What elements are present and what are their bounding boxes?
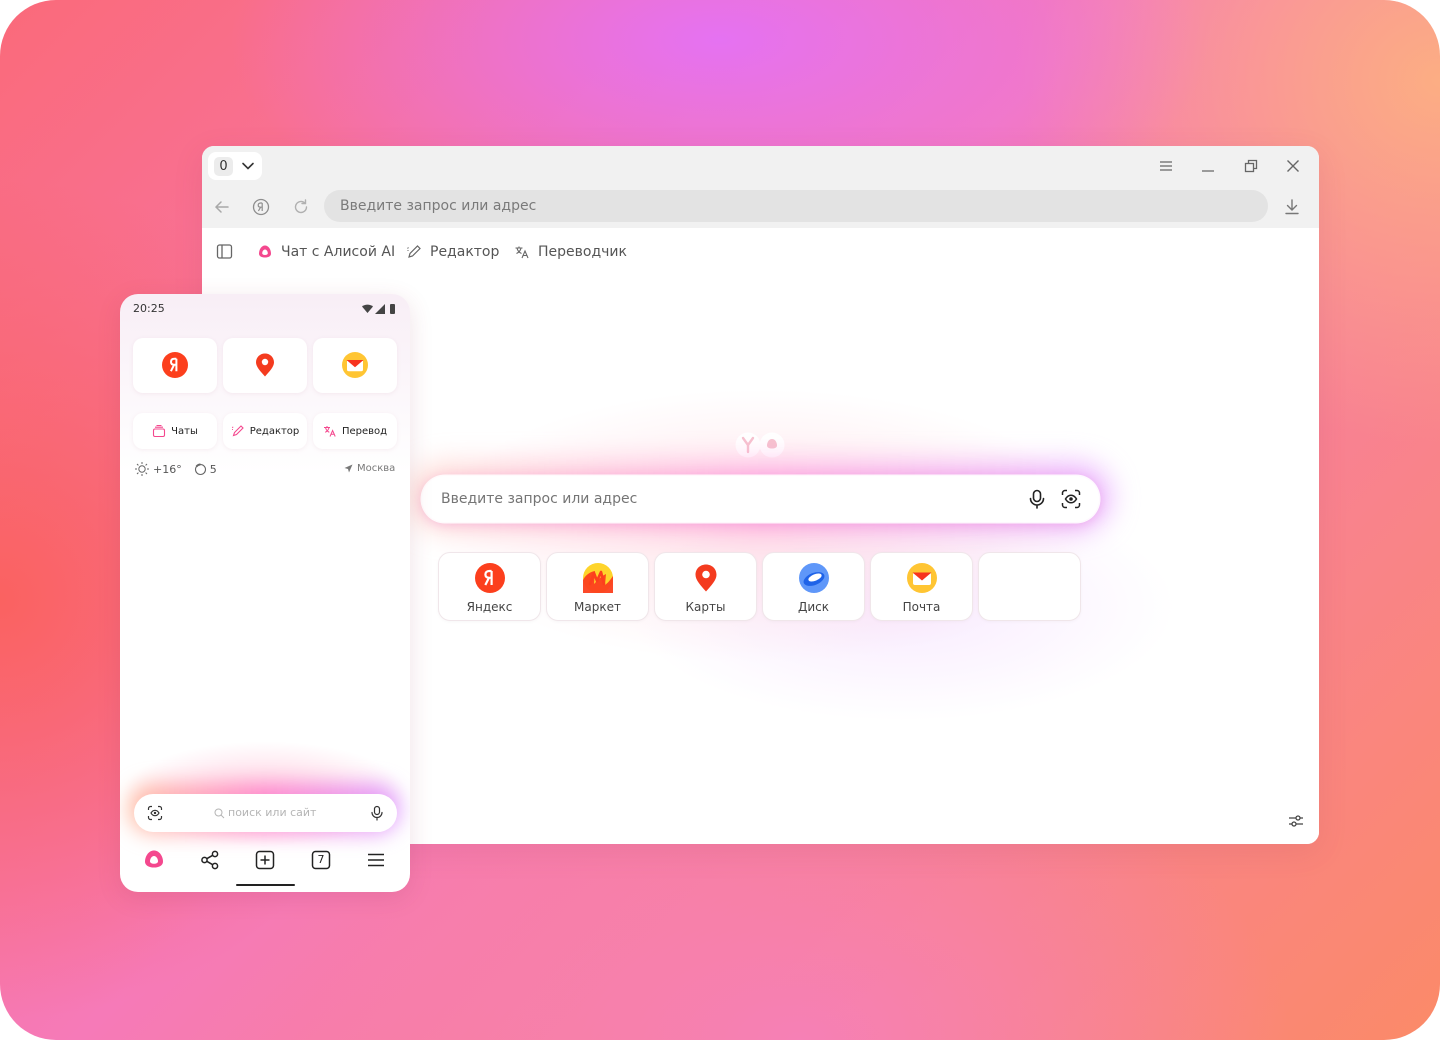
bookmark-translator[interactable]: Переводчик (514, 242, 627, 262)
tile-empty[interactable] (978, 552, 1081, 621)
back-arrow-icon[interactable] (212, 197, 232, 217)
bookmark-label: Редактор (430, 244, 500, 260)
chip-label: Чаты (171, 425, 198, 437)
new-tab-icon[interactable] (254, 849, 276, 871)
search-icon (214, 808, 225, 818)
restore-icon[interactable] (1243, 158, 1259, 174)
bookmarks-bar: Чат с Алисой AI Редактор Переводчик (202, 228, 1319, 276)
tabs-button[interactable]: 0 (208, 152, 262, 180)
phone-tile-mail[interactable] (313, 338, 397, 393)
search-input[interactable] (441, 476, 1001, 522)
phone-chip-translate[interactable]: Перевод (313, 413, 397, 449)
tile-label: Диск (797, 600, 830, 614)
mail-icon (342, 352, 368, 378)
tile-label: Карты (685, 600, 726, 614)
phone-chip-editor[interactable]: Редактор (223, 413, 307, 449)
tile-label: Маркет (574, 600, 621, 614)
phone-tile-yandex[interactable] (133, 338, 217, 393)
disk-icon (799, 563, 829, 593)
phone-tile-maps[interactable] (223, 338, 307, 393)
customize-icon[interactable] (1287, 812, 1305, 830)
yandex-icon (162, 352, 188, 378)
camera-search-icon[interactable] (1060, 488, 1082, 510)
pen-icon (407, 245, 421, 258)
download-icon[interactable] (1282, 197, 1302, 217)
temperature: +16° (153, 462, 182, 476)
main-search-box[interactable] (422, 476, 1099, 522)
tile-mail[interactable]: Почта (870, 552, 973, 621)
alice-icon (259, 245, 271, 258)
yandex-home-icon[interactable] (251, 197, 271, 217)
tile-maps[interactable]: Карты (654, 552, 757, 621)
location-arrow-icon (344, 464, 353, 473)
tile-yandex[interactable]: Яндекс (438, 552, 541, 621)
search-placeholder: поиск или сайт (228, 806, 317, 819)
bookmark-editor[interactable]: Редактор (406, 242, 499, 262)
share-icon[interactable] (199, 849, 221, 871)
traffic-indicator-icon (194, 463, 206, 475)
tabs-counter-button[interactable]: 7 (310, 849, 332, 871)
tab-count-badge: 0 (214, 156, 233, 176)
menu-icon[interactable] (365, 849, 387, 871)
alice-icon[interactable] (143, 849, 165, 871)
maps-icon (695, 564, 717, 592)
browser-logo-icon (735, 432, 785, 458)
reload-icon[interactable] (291, 197, 311, 217)
close-icon[interactable] (1285, 158, 1301, 174)
microphone-icon[interactable] (1026, 488, 1048, 510)
translate-icon (323, 426, 336, 437)
tile-market[interactable]: Маркет (546, 552, 649, 621)
phone-search-input[interactable]: поиск или сайт (214, 794, 316, 832)
minimize-icon[interactable] (1200, 158, 1216, 174)
phone-search-box[interactable]: поиск или сайт (134, 794, 397, 832)
location[interactable]: Москва (344, 463, 395, 474)
chip-label: Перевод (341, 425, 388, 437)
home-indicator (236, 884, 295, 886)
weather-widget[interactable]: +16° 5 (134, 461, 229, 477)
bookmark-label: Переводчик (538, 244, 627, 260)
microphone-icon[interactable] (369, 805, 385, 821)
sun-icon (135, 462, 149, 476)
yandex-icon (475, 563, 505, 593)
status-icons (362, 304, 395, 314)
chevron-down-icon (242, 162, 254, 170)
camera-search-icon[interactable] (147, 805, 163, 821)
status-time: 20:25 (133, 302, 165, 315)
market-icon (583, 563, 613, 593)
chip-label: Редактор (249, 425, 300, 437)
maps-icon (256, 353, 274, 377)
tile-disk[interactable]: Диск (762, 552, 865, 621)
tile-label: Почта (902, 600, 941, 614)
indicator-value: 5 (209, 462, 217, 476)
bookmark-label: Чат с Алисой AI (281, 244, 396, 260)
url-input[interactable]: Введите запрос или адрес (324, 190, 1268, 222)
phone-chip-chats[interactable]: Чаты (133, 413, 217, 449)
city-name: Москва (357, 463, 396, 474)
chats-icon (153, 424, 166, 438)
menu-icon[interactable] (1158, 158, 1174, 174)
bookmark-alice-chat[interactable]: Чат с Алисой AI (257, 242, 395, 262)
tile-label: Яндекс (466, 600, 513, 614)
address-bar: Введите запрос или адрес (202, 186, 1319, 228)
mail-icon (907, 563, 937, 593)
title-bar: 0 (202, 146, 1319, 186)
translate-icon (515, 246, 529, 259)
sidebar-toggle-icon[interactable] (216, 243, 233, 260)
tabs-count: 7 (317, 853, 325, 866)
mobile-browser: 20:25 Чаты Редактор Перевод +16° 5 Москв… (120, 294, 410, 892)
pen-icon (231, 425, 244, 437)
